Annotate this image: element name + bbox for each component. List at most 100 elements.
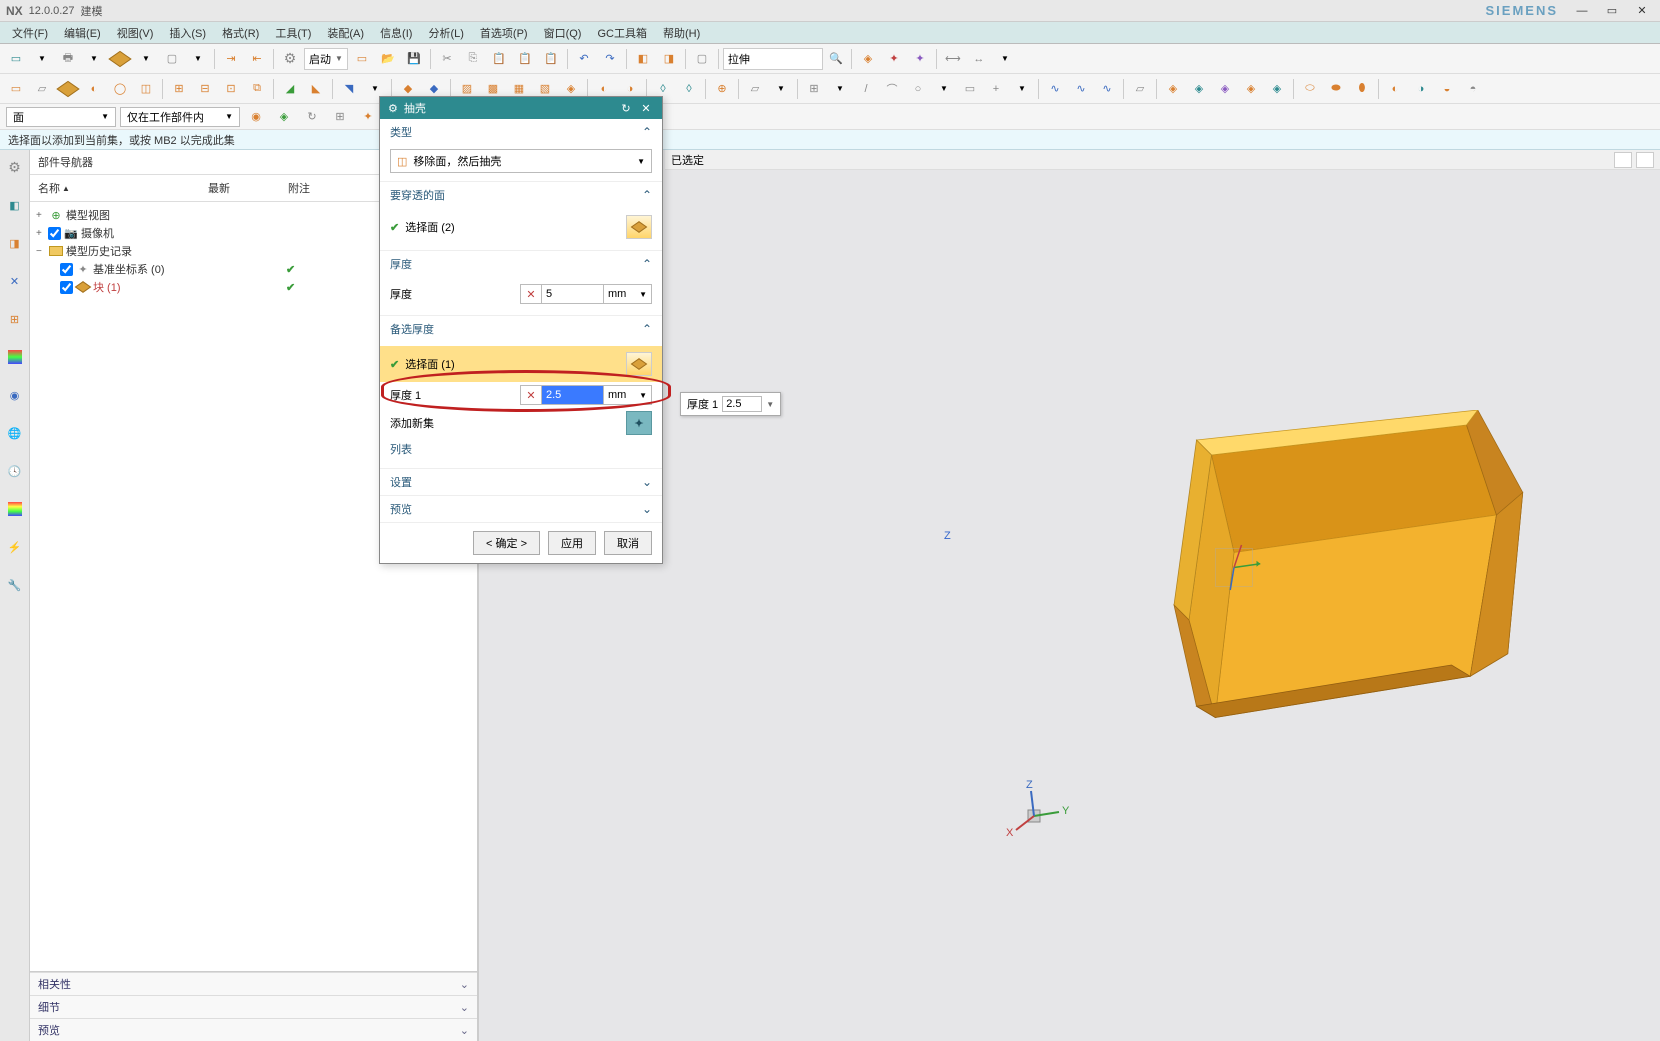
menu-insert[interactable]: 插入(S) bbox=[161, 23, 214, 43]
paste-icon[interactable]: 📋 bbox=[487, 47, 511, 71]
nav-col-latest[interactable]: 最新 bbox=[200, 177, 280, 199]
dlg-thickness-unit[interactable]: mm▼ bbox=[604, 284, 652, 304]
minimize-button[interactable]: — bbox=[1570, 3, 1594, 19]
xform3-icon[interactable]: ◒ bbox=[1435, 77, 1459, 101]
bool1-icon[interactable]: ⊕ bbox=[710, 77, 734, 101]
box-icon[interactable] bbox=[108, 47, 132, 71]
pattern3-icon[interactable]: ⊡ bbox=[219, 77, 243, 101]
menu-analysis[interactable]: 分析(L) bbox=[420, 23, 471, 43]
rail-gear-icon[interactable]: ⚙ bbox=[4, 156, 26, 178]
rail-materials-icon[interactable] bbox=[4, 346, 26, 368]
dlg-gear-icon[interactable]: ⚙ bbox=[388, 102, 398, 115]
tree-block-check[interactable] bbox=[60, 281, 73, 294]
pattern2-icon[interactable]: ⊟ bbox=[193, 77, 217, 101]
edge1-icon[interactable]: ◢ bbox=[278, 77, 302, 101]
menu-help[interactable]: 帮助(H) bbox=[655, 23, 708, 43]
assy2-icon[interactable]: ◨ bbox=[657, 47, 681, 71]
import-icon[interactable]: ⇥ bbox=[219, 47, 243, 71]
start-dropdown[interactable]: 启动▼ bbox=[304, 48, 348, 70]
menu-assembly[interactable]: 装配(A) bbox=[319, 23, 372, 43]
xform4-icon[interactable]: ◓ bbox=[1461, 77, 1485, 101]
view-triad[interactable]: Y Z X bbox=[1004, 771, 1074, 841]
tree-datum-check[interactable] bbox=[60, 263, 73, 276]
spline3-icon[interactable]: ∿ bbox=[1095, 77, 1119, 101]
surf-c-icon[interactable]: ◈ bbox=[1213, 77, 1237, 101]
rail-assy-icon[interactable]: ◨ bbox=[4, 232, 26, 254]
chevron-7[interactable]: ▼ bbox=[769, 77, 793, 101]
menu-gctools[interactable]: GC工具箱 bbox=[589, 23, 655, 43]
menu-window[interactable]: 窗口(Q) bbox=[536, 23, 590, 43]
sync1-icon[interactable]: ✦ bbox=[882, 47, 906, 71]
rail-tool-icon[interactable]: 🔧 bbox=[4, 574, 26, 596]
chevron-8[interactable]: ▼ bbox=[828, 77, 852, 101]
sel-icon-2[interactable]: ◈ bbox=[272, 105, 296, 129]
shell-icon[interactable]: ◫ bbox=[134, 77, 158, 101]
chevron-10[interactable]: ▼ bbox=[1010, 77, 1034, 101]
rect-icon[interactable]: ▭ bbox=[958, 77, 982, 101]
chevron-2[interactable]: ▼ bbox=[82, 47, 106, 71]
close-button[interactable]: ✕ bbox=[1630, 3, 1654, 19]
sweep1-icon[interactable]: ⬭ bbox=[1298, 77, 1322, 101]
dlg-section-preview[interactable]: 预览⌄ bbox=[380, 496, 662, 522]
dlg-apply-button[interactable]: 应用 bbox=[548, 531, 596, 555]
dlg-section-type[interactable]: 类型⌃ bbox=[380, 119, 662, 145]
rail-nav-icon[interactable]: ◧ bbox=[4, 194, 26, 216]
dlg-list-label[interactable]: 列表 bbox=[380, 438, 662, 460]
gear-icon[interactable]: ⚙ bbox=[278, 47, 302, 71]
export-icon[interactable]: ⇤ bbox=[245, 47, 269, 71]
measure2-icon[interactable]: ↔ bbox=[967, 47, 991, 71]
menu-tools[interactable]: 工具(T) bbox=[267, 23, 319, 43]
plane-icon[interactable]: ▱ bbox=[743, 77, 767, 101]
sel-icon-5[interactable]: ✦ bbox=[356, 105, 380, 129]
nav-col-name[interactable]: 名称 ▲ bbox=[30, 177, 200, 199]
chevron-9[interactable]: ▼ bbox=[932, 77, 956, 101]
search-icon[interactable]: 🔍 bbox=[825, 48, 847, 70]
edge2-icon[interactable]: ◣ bbox=[304, 77, 328, 101]
revolve-icon[interactable]: ◐ bbox=[82, 77, 106, 101]
sel-icon-4[interactable]: ⊞ bbox=[328, 105, 352, 129]
chevron-5[interactable]: ▼ bbox=[993, 47, 1017, 71]
sketch1-icon[interactable]: ▭ bbox=[4, 77, 28, 101]
window-icon[interactable]: ▢ bbox=[160, 47, 184, 71]
nav-detail[interactable]: 细节⌄ bbox=[30, 995, 477, 1018]
sketch2-icon[interactable]: ▱ bbox=[30, 77, 54, 101]
shape1-icon[interactable]: ▱ bbox=[1128, 77, 1152, 101]
dlg-thickness-reverse-icon[interactable]: ✕ bbox=[520, 284, 542, 304]
view-icon[interactable]: ▢ bbox=[690, 47, 714, 71]
dlg-ok-button[interactable]: < 确定 > bbox=[473, 531, 540, 555]
tree-camera-check[interactable] bbox=[48, 227, 61, 240]
command-finder[interactable]: 拉伸 bbox=[723, 48, 823, 70]
vp-icon-1[interactable] bbox=[1614, 152, 1632, 168]
rail-browser-icon[interactable]: 🌐 bbox=[4, 422, 26, 444]
surf-d-icon[interactable]: ◈ bbox=[1239, 77, 1263, 101]
dlg-alt-thk-unit[interactable]: mm▼ bbox=[604, 385, 652, 405]
surf2-icon[interactable]: ◊ bbox=[677, 77, 701, 101]
measure1-icon[interactable]: ⟷ bbox=[941, 47, 965, 71]
sel-icon-1[interactable]: ◉ bbox=[244, 105, 268, 129]
menu-view[interactable]: 视图(V) bbox=[109, 23, 162, 43]
sweep3-icon[interactable]: ⬮ bbox=[1350, 77, 1374, 101]
spline1-icon[interactable]: ∿ bbox=[1043, 77, 1067, 101]
grid-icon[interactable]: ⊞ bbox=[802, 77, 826, 101]
menu-file[interactable]: 文件(F) bbox=[4, 23, 56, 43]
rail-roles-icon[interactable] bbox=[4, 498, 26, 520]
model-body[interactable] bbox=[1149, 410, 1529, 740]
filter-type-dropdown[interactable]: 面▼ bbox=[6, 107, 116, 127]
dlg-thickness-input[interactable] bbox=[542, 284, 604, 304]
xform2-icon[interactable]: ◑ bbox=[1409, 77, 1433, 101]
plus-icon[interactable]: + bbox=[984, 77, 1008, 101]
open-icon[interactable]: 📂 bbox=[376, 47, 400, 71]
sync2-icon[interactable]: ✦ bbox=[908, 47, 932, 71]
hole-icon[interactable]: ◯ bbox=[108, 77, 132, 101]
chevron-4[interactable]: ▼ bbox=[186, 47, 210, 71]
paste3-icon[interactable]: 📋 bbox=[539, 47, 563, 71]
new-icon[interactable]: ▭ bbox=[4, 47, 28, 71]
dlg-add-new-button[interactable]: ✦ bbox=[626, 411, 652, 435]
save-icon[interactable]: 💾 bbox=[402, 47, 426, 71]
dlg-close-icon[interactable]: ✕ bbox=[638, 100, 654, 116]
line-icon[interactable]: / bbox=[854, 77, 878, 101]
sel-icon-3[interactable]: ↻ bbox=[300, 105, 324, 129]
print-icon[interactable]: 🖶 bbox=[56, 47, 80, 71]
dynamic-input-value[interactable] bbox=[722, 396, 762, 412]
circle-icon[interactable]: ○ bbox=[906, 77, 930, 101]
